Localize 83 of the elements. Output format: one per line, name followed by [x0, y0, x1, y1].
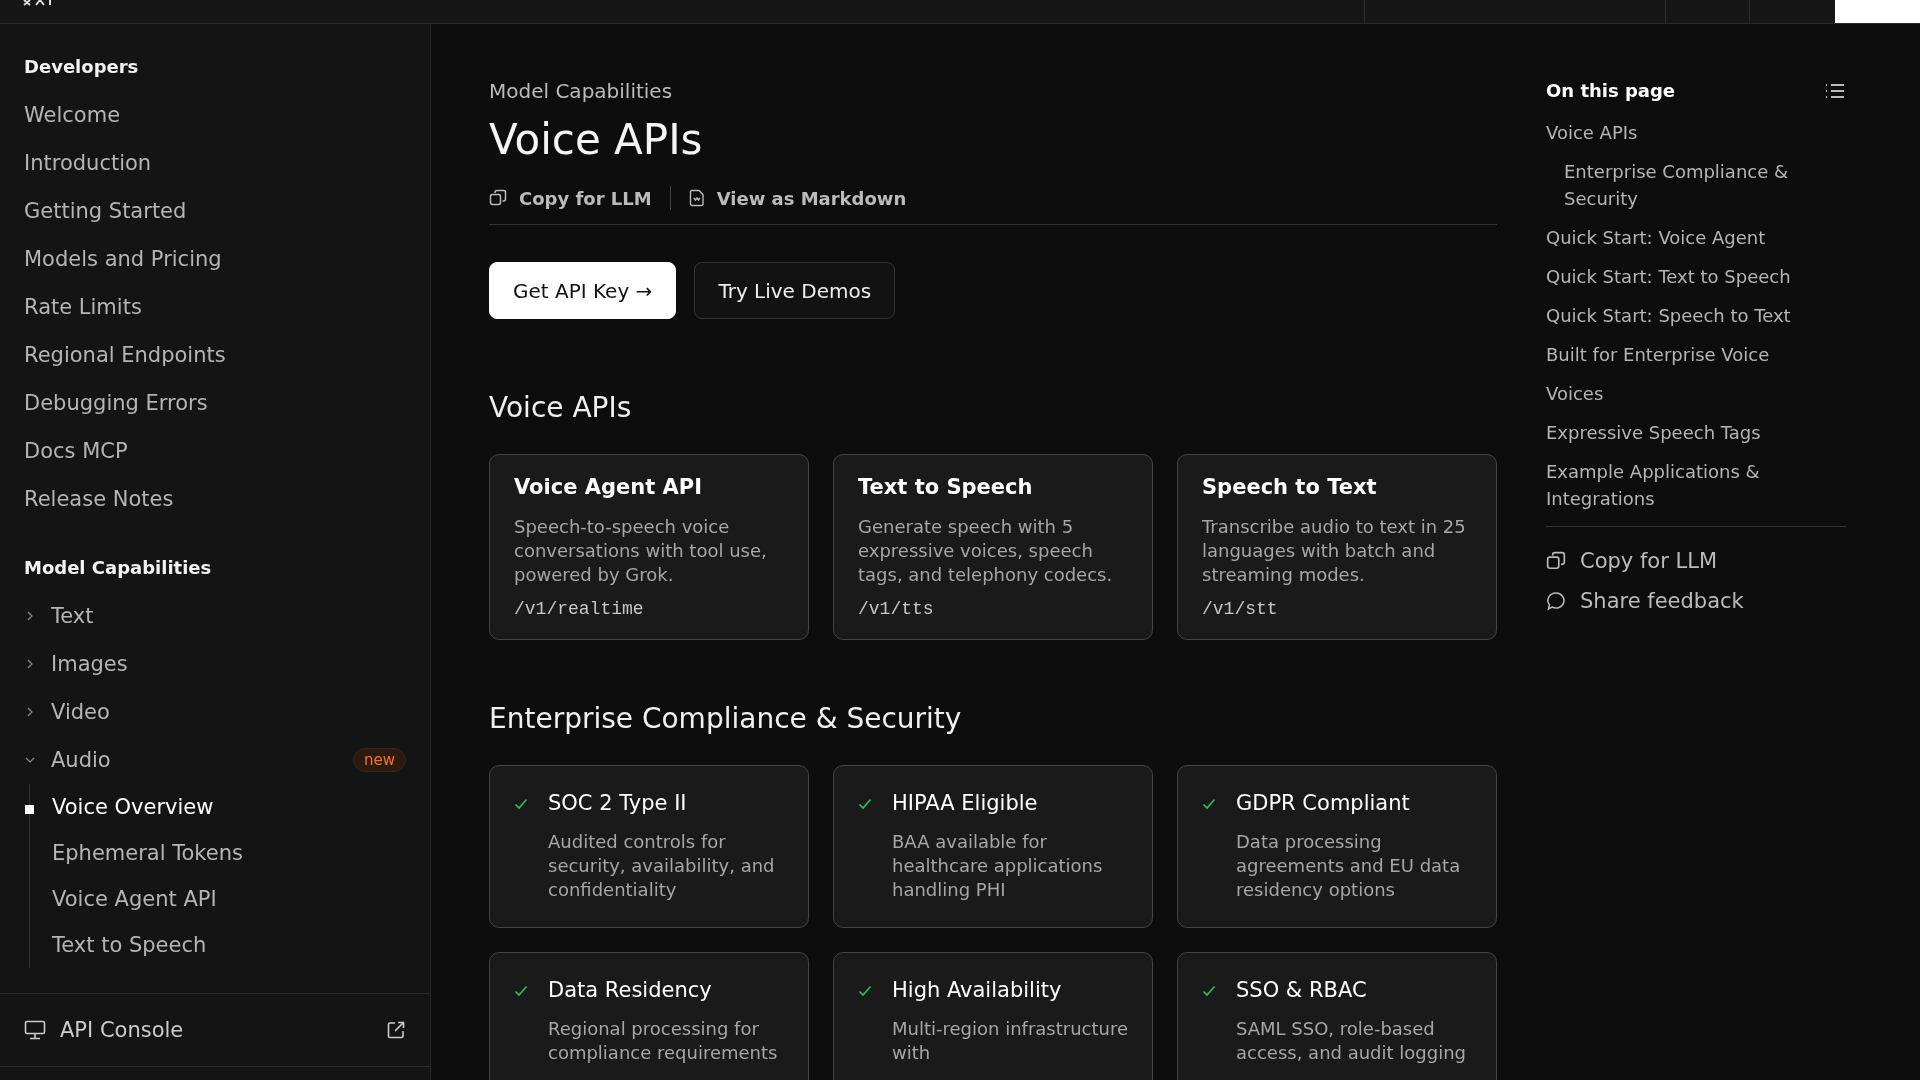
card-description: Audited controls for security, availability, and confidentiality: [548, 830, 776, 902]
live-demos-button[interactable]: Try Live Demos: [694, 262, 896, 319]
card-description: Regional processing for compliance requirements: [548, 1017, 779, 1065]
api-console-link[interactable]: API Console: [0, 993, 430, 1067]
api-card[interactable]: Voice Agent API Speech-to-speech voice conversations with tool use, powered by Grok. /v1/realtime: [489, 454, 809, 640]
section-heading: Voice APIs: [489, 391, 633, 424]
chevron-icon[interactable]: [25, 755, 35, 765]
card-description: BAA available for healthcare applications handling PHI: [892, 830, 1104, 902]
nav-item[interactable]: Images: [51, 652, 128, 676]
nav-item[interactable]: Ephemeral Tokens: [52, 841, 243, 865]
chevron-icon[interactable]: [25, 707, 35, 717]
section-title: Developers: [24, 56, 140, 77]
nav-item[interactable]: Video: [51, 700, 110, 724]
nav-item[interactable]: Audio: [51, 748, 111, 772]
chevron-icon[interactable]: [25, 611, 35, 621]
card-description: Multi-region infrastructure with: [892, 1017, 1128, 1065]
chevron-icon[interactable]: [25, 659, 35, 669]
check-icon: [1202, 985, 1216, 997]
monitor-icon: [24, 1020, 46, 1040]
toc-link[interactable]: Quick Start: Voice Agent: [1546, 224, 1846, 251]
nav-item[interactable]: Getting Started: [24, 187, 406, 235]
copy-button[interactable]: Copy for LLM: [1546, 549, 1717, 573]
nav-item[interactable]: Regional Endpoints: [24, 331, 406, 379]
get-api-key-button[interactable]: Get API Key →: [489, 262, 677, 319]
toc-link[interactable]: Example Applications & Integrations: [1546, 458, 1846, 512]
nav-item[interactable]: Welcome: [24, 91, 406, 139]
document-icon: [688, 189, 705, 207]
card-description: Data processing agreements and EU data residency options: [1236, 830, 1462, 902]
check-icon: [858, 985, 872, 997]
toc-link[interactable]: Quick Start: Speech to Text: [1546, 302, 1846, 329]
card-description: Transcribe audio to text in 25 languages with batch and streaming modes.: [1202, 515, 1467, 587]
toc-title: On this page: [1546, 80, 1676, 101]
toc-link[interactable]: Expressive Speech Tags: [1546, 419, 1846, 446]
page-title: Voice APIs: [489, 115, 704, 164]
breadcrumb[interactable]: Model Capabilities: [489, 79, 1497, 103]
list-icon[interactable]: [1824, 81, 1846, 100]
toc-link[interactable]: Built for Enterprise Voice: [1546, 341, 1846, 368]
copy-icon: [1546, 551, 1566, 571]
endpoint-path: /v1/tts: [858, 599, 935, 619]
nav-item[interactable]: Rate Limits: [24, 283, 406, 331]
toc-link[interactable]: Voices: [1546, 380, 1846, 407]
nav-item[interactable]: Text: [51, 604, 94, 628]
endpoint-path: /v1/stt: [1202, 599, 1279, 619]
card-description: Generate speech with 5 expressive voices, speech tags, and telephony codecs.: [858, 515, 1114, 587]
nav-item[interactable]: Voice Agent API: [52, 887, 217, 911]
copy-button[interactable]: Copy for LLM: [489, 187, 652, 209]
speech-bubble-icon: [1546, 591, 1566, 611]
external-link-icon: [386, 1020, 406, 1040]
check-icon: [514, 798, 528, 810]
feedback-button[interactable]: Share feedback: [1546, 589, 1744, 613]
markdown-button[interactable]: View as Markdown: [688, 187, 907, 209]
nav-item[interactable]: Debugging Errors: [24, 379, 406, 427]
nav-item[interactable]: Introduction: [24, 139, 406, 187]
check-icon: [1202, 798, 1216, 810]
check-icon: [858, 798, 872, 810]
card-title: High Availability: [892, 978, 1063, 1002]
toc-link[interactable]: Quick Start: Text to Speech: [1546, 263, 1846, 290]
card-description: Speech-to-speech voice conversations with tool use, powered by Grok.: [514, 515, 768, 587]
card-title: SSO & RBAC: [1236, 978, 1368, 1002]
card-title: Data Residency: [548, 978, 713, 1002]
toc-link[interactable]: Voice APIs: [1546, 119, 1846, 146]
card-title: SOC 2 Type II: [548, 791, 688, 815]
api-card[interactable]: Speech to Text Transcribe audio to text in 25 languages with batch and streaming modes. /v1/stt: [1177, 454, 1497, 640]
nav-item[interactable]: Release Notes: [24, 475, 406, 523]
nav-item[interactable]: Voice Overview: [52, 795, 214, 819]
card-title: Text to Speech: [858, 475, 1034, 499]
section-heading: Enterprise Compliance & Security: [489, 702, 963, 735]
toc-link[interactable]: Enterprise Compliance & Security: [1546, 158, 1846, 212]
check-icon: [514, 985, 528, 997]
nav-item[interactable]: Docs MCP: [24, 427, 406, 475]
endpoint-path: /v1/realtime: [514, 599, 645, 619]
card-title: Speech to Text: [1202, 475, 1378, 499]
copy-icon: [489, 189, 507, 207]
section-title: Model Capabilities: [24, 557, 213, 578]
card-title: GDPR Compliant: [1236, 791, 1411, 815]
api-card[interactable]: Text to Speech Generate speech with 5 expressive voices, speech tags, and telephony codecs. /v1/tts: [833, 454, 1153, 640]
active-marker-icon: [25, 805, 34, 814]
new-badge: new: [353, 748, 406, 772]
card-title: Voice Agent API: [514, 475, 703, 499]
card-description: SAML SSO, role-based access, and audit logging: [1236, 1017, 1468, 1065]
nav-item[interactable]: Models and Pricing: [24, 235, 406, 283]
nav-item[interactable]: Text to Speech: [52, 933, 207, 957]
card-title: HIPAA Eligible: [892, 791, 1039, 815]
